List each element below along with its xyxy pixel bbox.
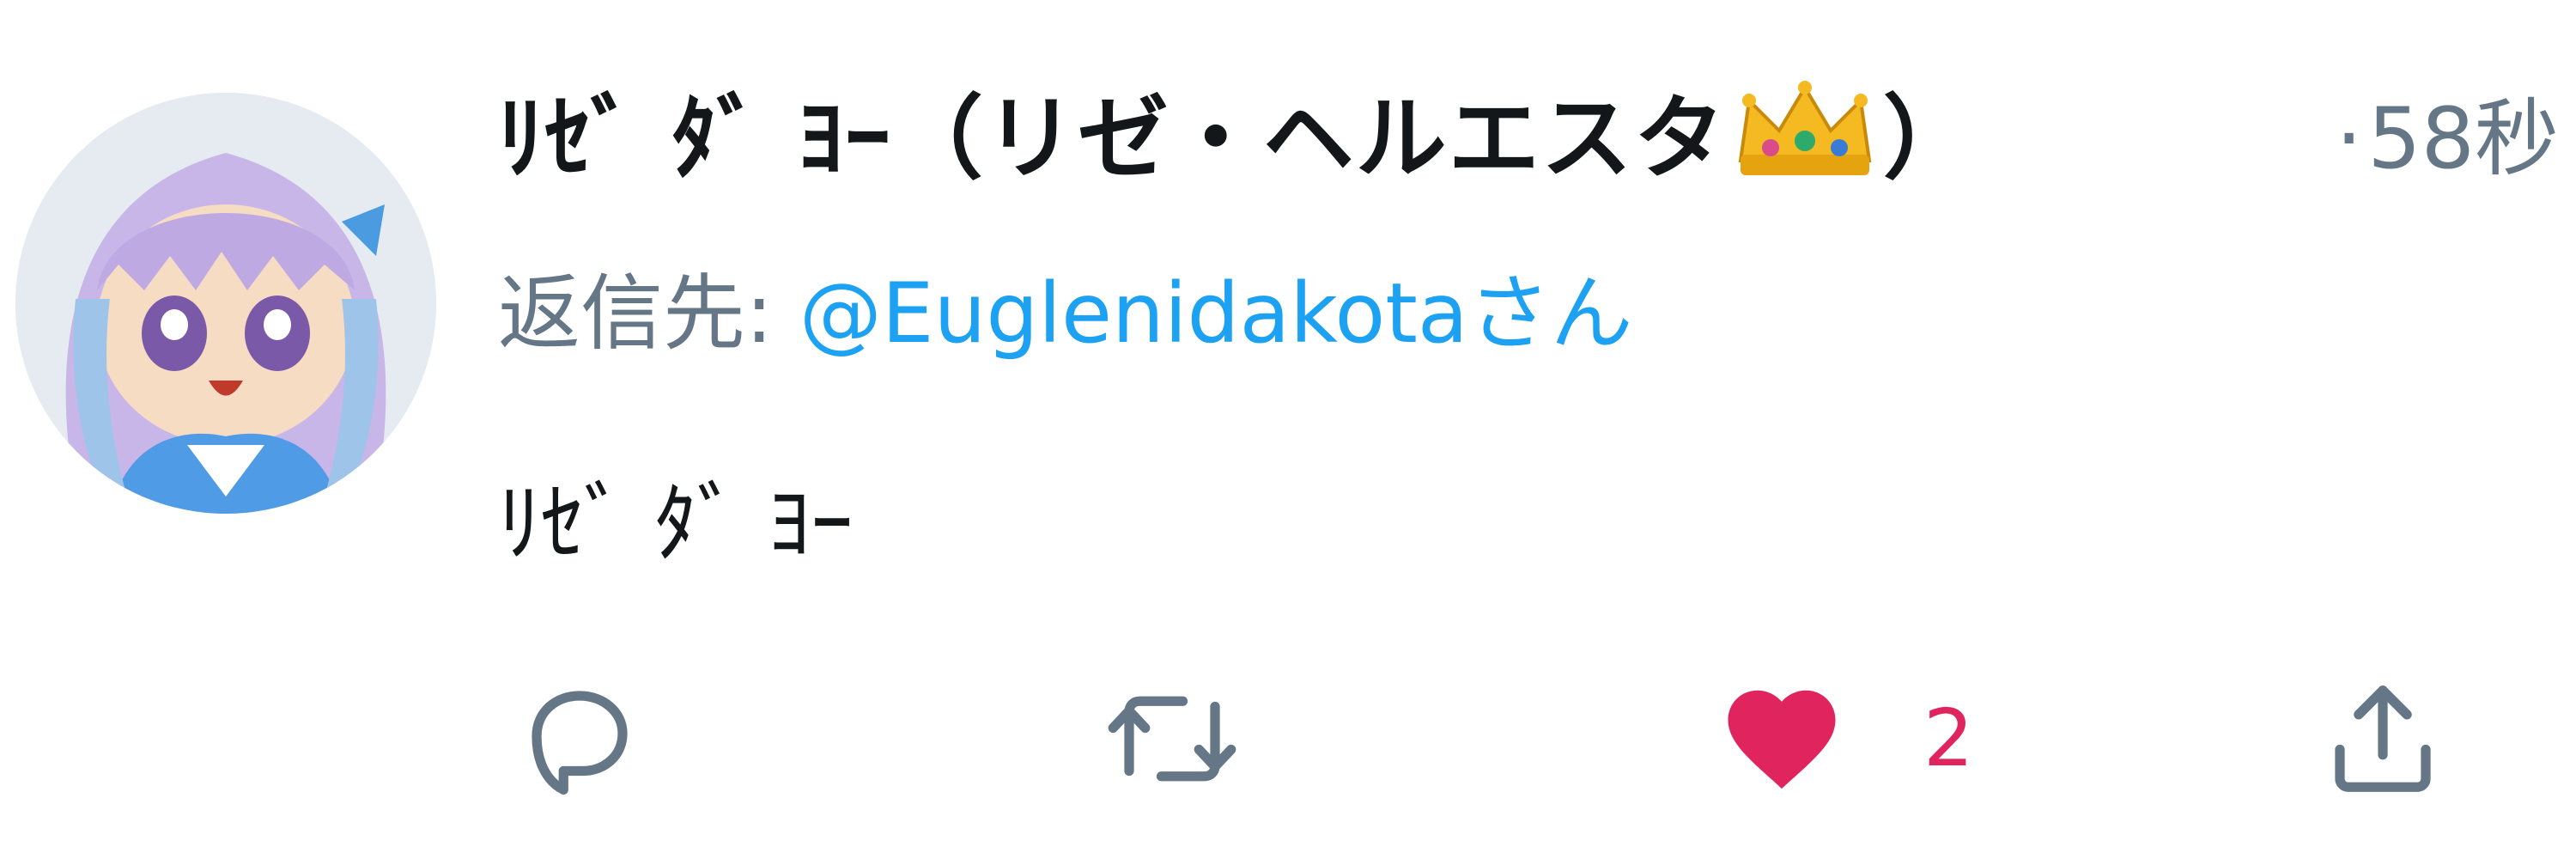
share-button[interactable]: [2318, 670, 2447, 807]
tweet-text: ﾘｾﾞ ﾀﾞ ﾖｰ: [498, 473, 854, 574]
retweet-button[interactable]: [1099, 670, 1245, 807]
like-count: 2: [1923, 692, 1974, 784]
heart-icon: [1717, 674, 1846, 803]
reply-suffix: さん: [1467, 265, 1633, 362]
reply-prefix: 返信先:: [498, 265, 799, 362]
timestamp[interactable]: ·58秒: [2336, 79, 2559, 199]
crown-emoji: [1732, 79, 1878, 182]
action-bar: 2: [0, 670, 2576, 807]
avatar[interactable]: [15, 93, 436, 514]
like-button[interactable]: 2: [1717, 670, 1974, 807]
reply-to: 返信先: @Euglenidakotaさん: [498, 258, 1633, 369]
tweet-header: ﾘｾﾞ ﾀﾞ ﾖｰ（リゼ・ヘルエスタ ） ·58秒: [498, 79, 2559, 199]
timestamp-dot: ·: [2336, 90, 2363, 188]
display-name-close: ）: [1882, 86, 1976, 192]
reply-icon: [515, 674, 644, 803]
share-icon: [2318, 674, 2447, 803]
retweet-icon: [1099, 674, 1245, 803]
reply-mention-link[interactable]: @Euglenidakota: [799, 265, 1468, 362]
reply-button[interactable]: [515, 670, 644, 807]
avatar-image: [15, 93, 436, 514]
tweet[interactable]: ﾘｾﾞ ﾀﾞ ﾖｰ（リゼ・ヘルエスタ ） ·58秒 返信先: @Euglenid…: [0, 0, 2576, 859]
timestamp-text: 58秒: [2367, 90, 2559, 188]
display-name[interactable]: ﾘｾﾞ ﾀﾞ ﾖｰ（リゼ・ヘルエスタ ）: [498, 79, 1976, 199]
display-name-text: ﾘｾﾞ ﾀﾞ ﾖｰ（リゼ・ヘルエスタ: [498, 86, 1727, 192]
